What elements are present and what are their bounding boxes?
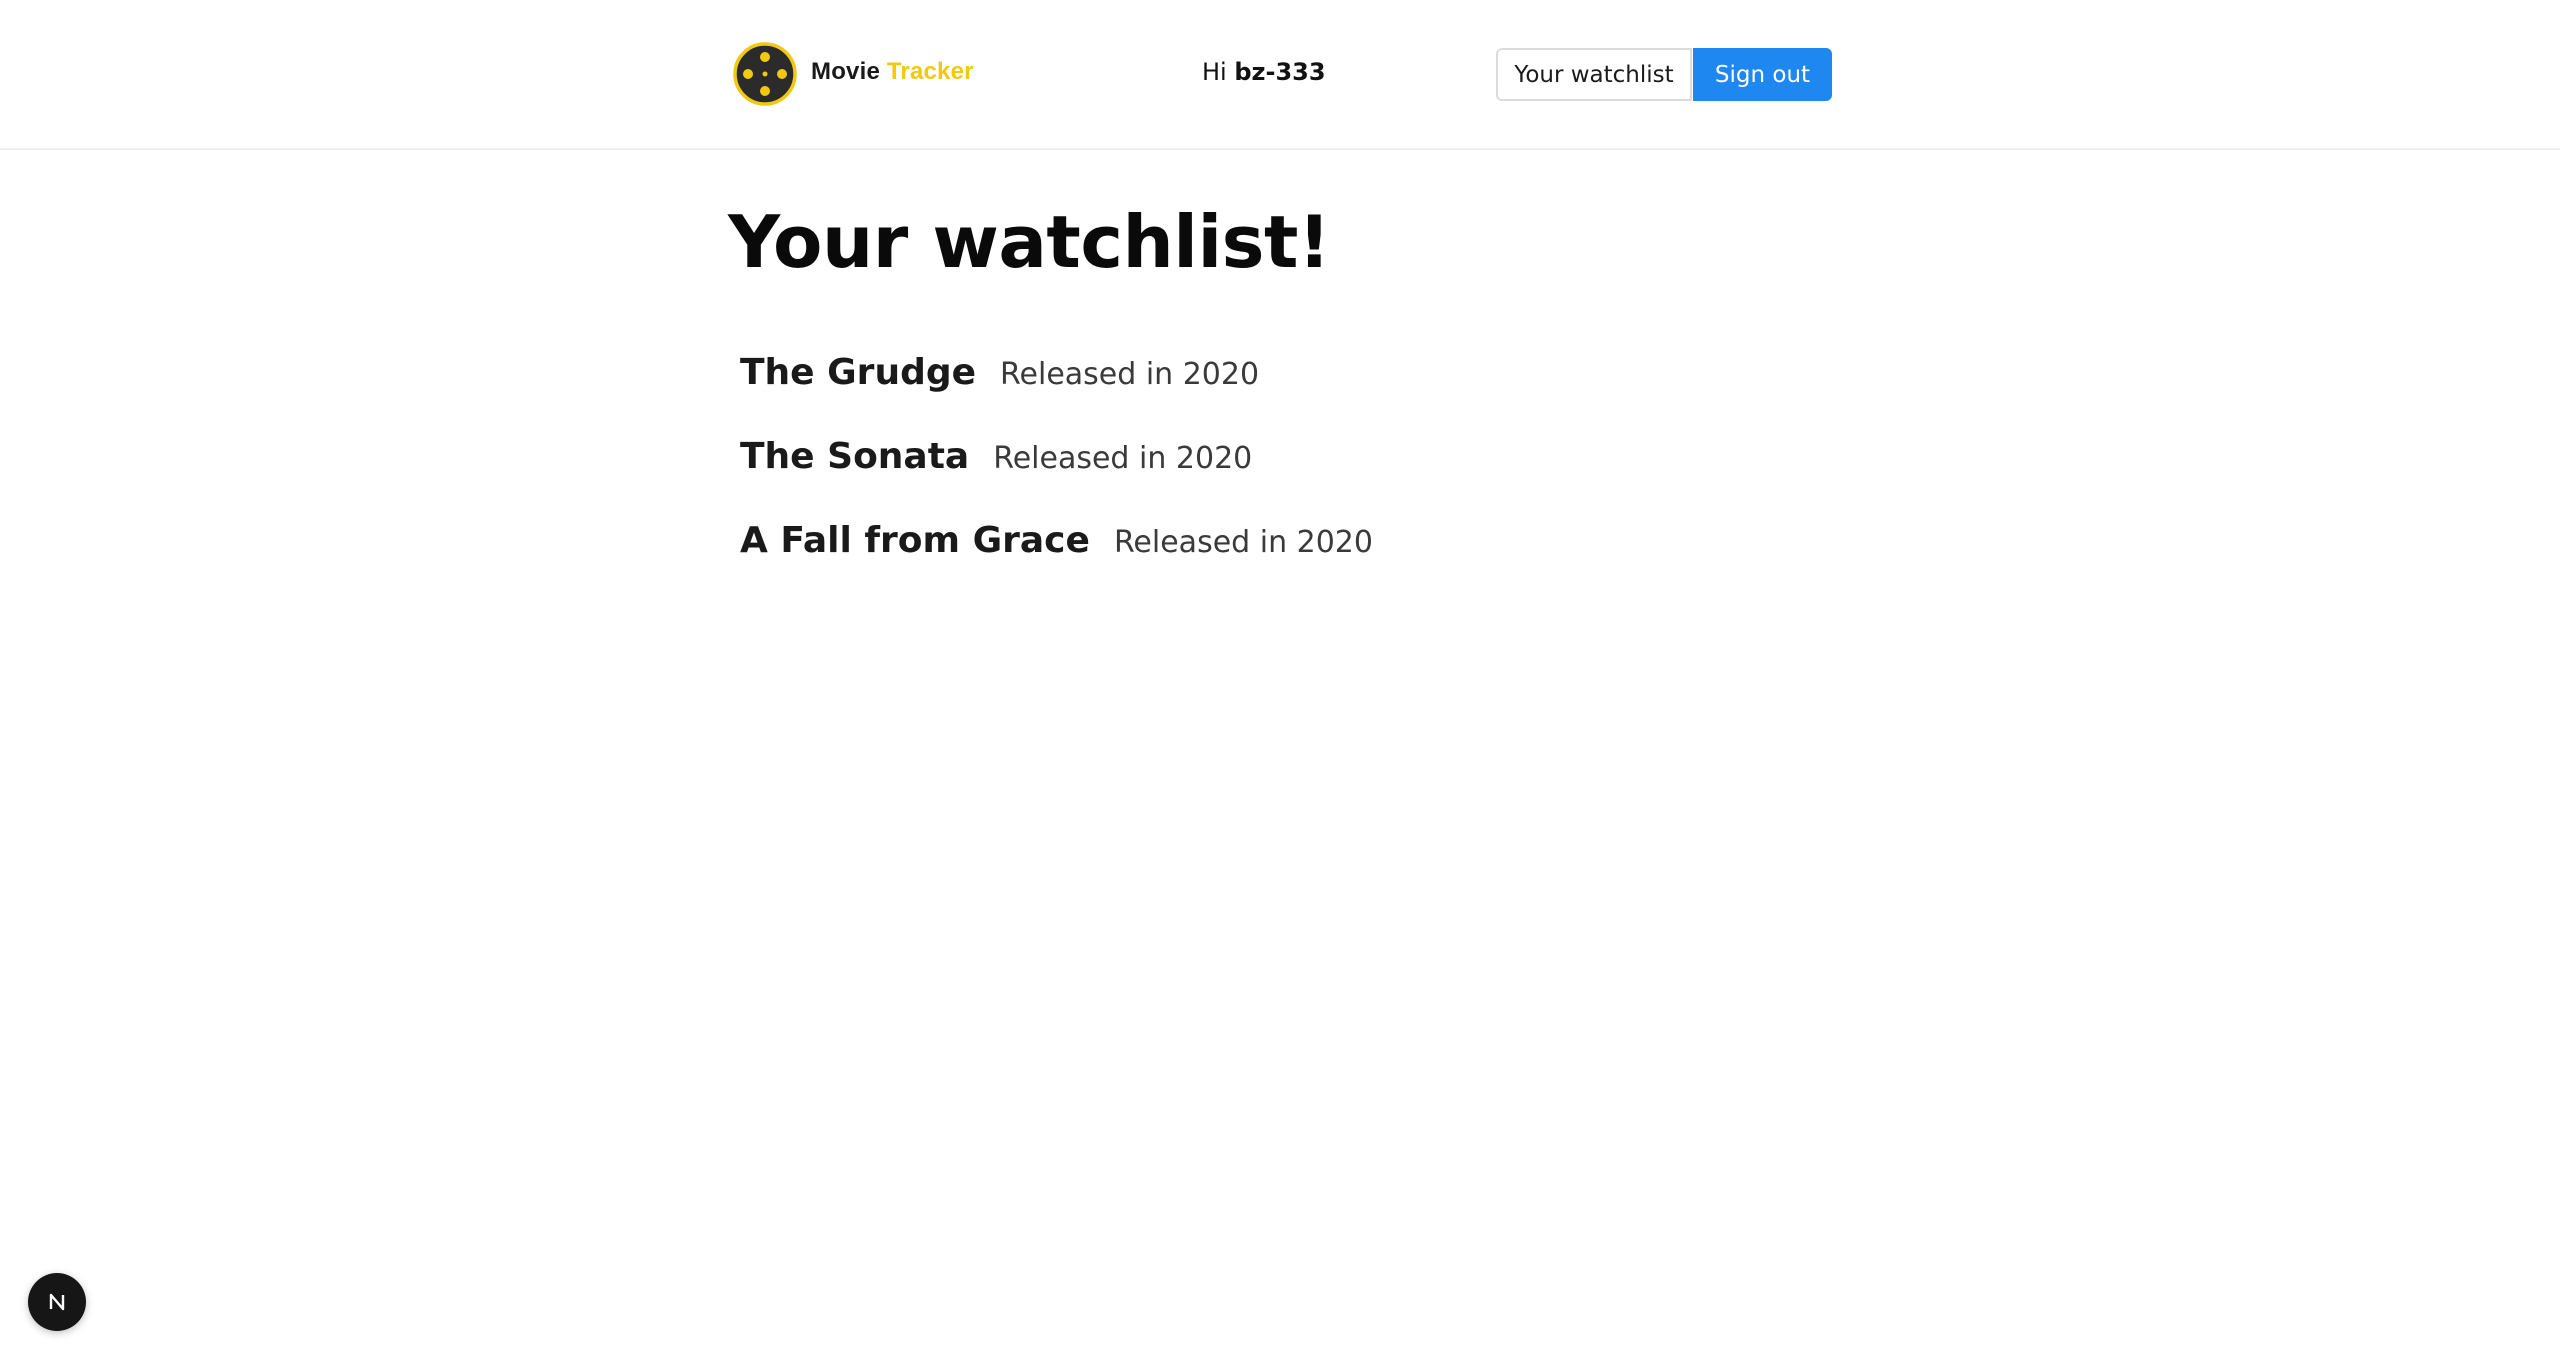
movie-title: A Fall from Grace	[740, 520, 1090, 561]
sign-out-button[interactable]: Sign out	[1693, 48, 1832, 101]
brand-logo-link[interactable]: Movie Tracker	[733, 42, 974, 106]
movie-title: The Grudge	[740, 352, 977, 393]
your-watchlist-button[interactable]: Your watchlist	[1496, 48, 1692, 101]
nextjs-dev-indicator[interactable]	[28, 1273, 86, 1331]
watchlist: The Grudge Released in 2020 The Sonata R…	[740, 352, 1373, 604]
film-reel-icon	[733, 42, 797, 106]
greeting-prefix: Hi	[1202, 58, 1227, 86]
brand-word-movie: Movie	[811, 58, 881, 85]
watchlist-item: The Grudge Released in 2020	[740, 352, 1373, 436]
navbar: Movie Tracker Hi bz-333 Your watchlist S…	[0, 0, 2560, 150]
movie-release: Released in 2020	[1000, 357, 1260, 392]
user-greeting: Hi bz-333	[1202, 58, 1326, 86]
movie-title: The Sonata	[740, 436, 970, 477]
username: bz-333	[1234, 58, 1326, 86]
movie-release: Released in 2020	[1113, 525, 1373, 560]
page-title: Your watchlist!	[728, 200, 1331, 284]
movie-release: Released in 2020	[993, 441, 1253, 476]
nextjs-icon	[49, 1293, 65, 1311]
watchlist-item: The Sonata Released in 2020	[740, 436, 1373, 520]
brand-word-tracker: Tracker	[886, 58, 974, 85]
brand-name: Movie Tracker	[811, 58, 974, 86]
watchlist-item: A Fall from Grace Released in 2020	[740, 520, 1373, 604]
